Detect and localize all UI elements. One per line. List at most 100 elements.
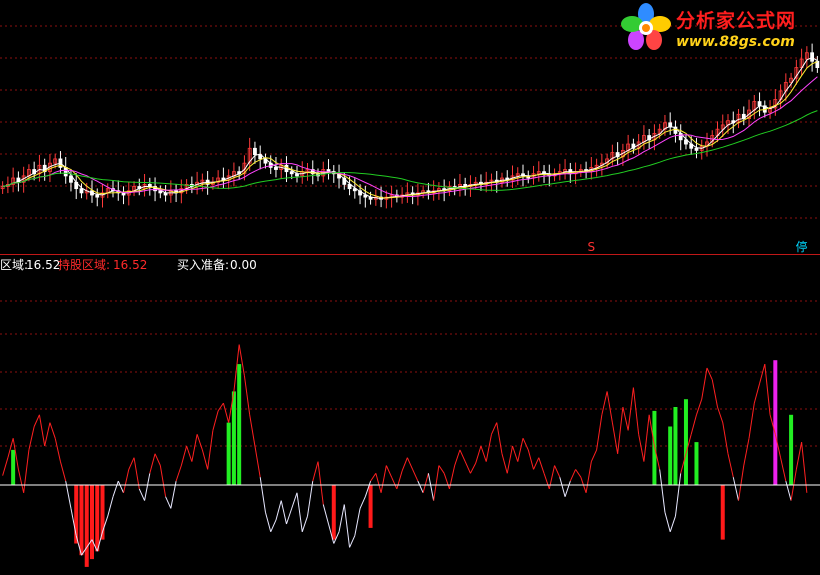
ma-mid-line — [2, 61, 818, 199]
oscillator-segment — [375, 473, 382, 493]
candle-body — [694, 147, 699, 151]
oscillator-segment — [622, 406, 629, 431]
oscillator-segment — [380, 465, 387, 493]
signal-bar-green — [694, 442, 699, 485]
oscillator-segment — [401, 457, 408, 472]
oscillator-segment — [764, 364, 771, 415]
oscillator-segment — [669, 516, 676, 532]
candle-body — [810, 52, 815, 62]
signal-bar-green — [789, 414, 794, 485]
oscillator-segment — [454, 449, 461, 466]
oscillator-segment — [291, 492, 298, 509]
oscillator-segment — [427, 473, 435, 501]
signal-bar-red — [79, 485, 84, 556]
oscillator-segment — [23, 449, 30, 493]
oscillator-segment — [543, 473, 550, 490]
watermark-url: www.88gs.com — [676, 34, 795, 50]
oscillator-segment — [280, 500, 287, 525]
oscillator-segment — [212, 410, 219, 431]
oscillator-segment — [186, 445, 193, 462]
signal-bar-red — [84, 485, 89, 567]
oscillator-segment — [138, 488, 146, 501]
oscillator-segment — [590, 449, 598, 462]
oscillator-panel[interactable] — [0, 310, 820, 567]
watermark: 分析家公式网 www.88gs.com — [620, 2, 816, 54]
ma-short-line — [2, 57, 818, 200]
oscillator-segment — [154, 453, 161, 466]
oscillator-segment — [596, 414, 603, 450]
oscillator-segment — [433, 465, 440, 501]
oscillator-segment — [470, 462, 477, 474]
oscillator-segment — [722, 422, 729, 454]
oscillator-segment — [464, 461, 471, 474]
oscillator-segment — [359, 496, 366, 509]
oscillator-segment — [354, 508, 361, 536]
stock-chart[interactable]: S停 — [0, 0, 820, 575]
oscillator-segment — [2, 457, 9, 476]
oscillator-segment — [123, 469, 130, 493]
legend-item3-value: 0.00 — [230, 258, 257, 272]
oscillator-segment — [133, 457, 140, 489]
oscillator-segment — [259, 477, 266, 513]
oscillator-segment — [696, 399, 703, 415]
oscillator-segment — [496, 422, 503, 454]
candle-body — [326, 169, 331, 173]
signal-bar-green — [668, 426, 673, 485]
oscillator-segment — [443, 473, 450, 490]
oscillator-segment — [575, 469, 582, 478]
oscillator-segment — [349, 535, 356, 548]
candle-body — [757, 101, 762, 107]
price-panel[interactable] — [0, 43, 820, 209]
oscillator-segment — [54, 438, 61, 462]
oscillator-segment — [638, 434, 645, 462]
oscillator-segment — [743, 438, 750, 466]
oscillator-segment — [617, 406, 624, 454]
oscillator-segment — [270, 519, 277, 533]
oscillator-segment — [738, 465, 745, 501]
oscillator-segment — [307, 481, 314, 517]
oscillator-segment — [606, 391, 613, 423]
oscillator-segment — [338, 504, 345, 532]
oscillator-segment — [748, 403, 755, 439]
oscillator-segment — [180, 445, 188, 466]
oscillator-segment — [296, 492, 303, 532]
oscillator-segment — [659, 469, 666, 513]
signal-markers: S停 — [588, 239, 808, 254]
oscillator-segment — [217, 402, 224, 412]
oscillator-segment — [611, 422, 619, 454]
oscillator-segment — [417, 480, 424, 494]
legend-item1-label: 区域: — [0, 258, 29, 272]
oscillator-segment — [438, 465, 445, 474]
oscillator-segment — [370, 473, 377, 482]
candle-body — [253, 147, 257, 156]
oscillator-segment — [538, 457, 545, 474]
legend-item3-label: 买入准备: — [177, 258, 230, 272]
oscillator-segment — [422, 473, 429, 493]
oscillator-segment — [517, 438, 524, 462]
candle-body — [274, 167, 278, 170]
oscillator-segment — [254, 445, 261, 478]
oscillator-segment — [512, 445, 519, 462]
oscillator-segment — [564, 480, 571, 497]
oscillator-segment — [222, 402, 230, 423]
signal-bar-green — [237, 364, 242, 485]
oscillator-segment — [559, 477, 566, 497]
legend-item2-label: 持股区域: — [58, 258, 111, 272]
legend-item1-value: 16.52 — [26, 258, 61, 272]
oscillator-segment — [732, 477, 740, 501]
oscillator-segment — [701, 367, 708, 400]
signal-bar-green — [673, 407, 678, 485]
oscillator-segment — [107, 496, 114, 517]
oscillator-segment — [191, 434, 198, 462]
oscillator-segment — [196, 434, 203, 451]
oscillator-segment — [554, 465, 561, 478]
signal-bar-magenta — [773, 360, 778, 485]
oscillator-segment — [780, 457, 787, 482]
oscillator-segment — [322, 504, 330, 525]
flower-logo-icon — [621, 3, 671, 50]
oscillator-segment — [527, 449, 535, 470]
oscillator-segment — [207, 430, 214, 470]
oscillator-segment — [128, 457, 135, 470]
oscillator-segment — [149, 453, 156, 474]
oscillator-segment — [264, 512, 272, 532]
